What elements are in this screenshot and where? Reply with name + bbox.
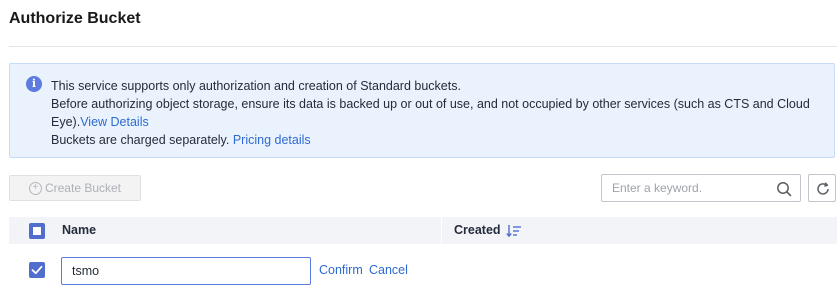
pricing-details-link[interactable]: Pricing details xyxy=(233,133,311,147)
plus-circle-icon: + xyxy=(28,181,42,195)
info-text: This service supports only authorization… xyxy=(51,77,831,149)
create-bucket-button[interactable]: + Create Bucket xyxy=(9,175,141,201)
title-divider xyxy=(9,46,837,47)
table-row: Confirm Cancel xyxy=(9,245,837,295)
select-all-checkbox[interactable] xyxy=(29,223,45,239)
confirm-link[interactable]: Confirm xyxy=(319,263,363,277)
refresh-button[interactable] xyxy=(808,174,836,202)
row-checkbox[interactable] xyxy=(29,262,45,278)
cancel-link[interactable]: Cancel xyxy=(369,263,408,277)
column-separator xyxy=(441,217,442,244)
view-details-link[interactable]: View Details xyxy=(80,115,149,129)
sort-icon[interactable] xyxy=(506,224,522,238)
column-header-created[interactable]: Created xyxy=(454,223,501,237)
search-input[interactable] xyxy=(602,175,782,201)
column-header-name: Name xyxy=(62,223,97,237)
check-icon xyxy=(31,265,43,275)
info-line-3-text: Buckets are charged separately. xyxy=(51,133,233,147)
info-line-1: This service supports only authorization… xyxy=(51,79,461,93)
info-line-2: Before authorizing object storage, ensur… xyxy=(51,95,831,131)
search-icon[interactable] xyxy=(776,181,792,197)
refresh-icon xyxy=(817,182,829,195)
search-box[interactable] xyxy=(601,174,801,202)
info-line-3: Buckets are charged separately. Pricing … xyxy=(51,131,831,149)
page-title: Authorize Bucket xyxy=(9,10,141,27)
create-bucket-label: Create Bucket xyxy=(44,181,122,195)
table-header: Name Created xyxy=(9,217,837,244)
info-icon: i xyxy=(26,76,42,92)
bucket-name-input[interactable] xyxy=(61,257,311,285)
info-line-2-text: Before authorizing object storage, ensur… xyxy=(51,97,810,129)
info-banner: i This service supports only authorizati… xyxy=(9,63,835,158)
